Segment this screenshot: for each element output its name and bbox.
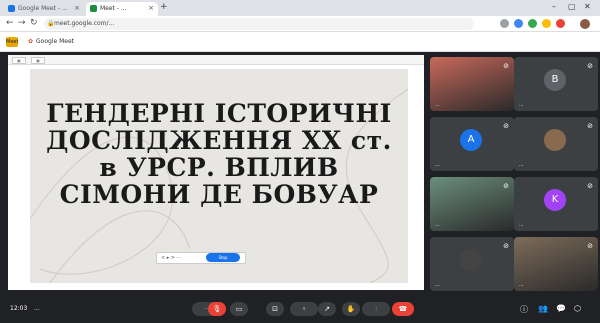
participant-avatar: K — [544, 189, 566, 211]
mic-muted-icon: ⊘ — [503, 182, 509, 190]
info-icon[interactable]: ⓘ — [520, 304, 528, 315]
share-button[interactable]: ↗ — [318, 302, 336, 316]
url-text: meet.google.com/... — [54, 20, 115, 27]
stop-presenting-button[interactable]: Stop — [206, 253, 240, 262]
participant-tile[interactable]: B ⊘... — [514, 57, 598, 111]
participant-tile[interactable]: ⊘... — [430, 57, 514, 111]
participant-name: ... — [435, 102, 440, 108]
meet-favicon-icon — [90, 5, 97, 12]
tab-title: Meet - ... — [100, 5, 127, 12]
presentation-tab[interactable]: ▣ — [12, 57, 26, 64]
mic-muted-icon: ⊘ — [587, 122, 593, 130]
participant-avatar: A — [460, 129, 482, 151]
camera-button[interactable]: ▭ — [230, 302, 248, 316]
mic-muted-icon: ⊘ — [503, 242, 509, 250]
close-tab-icon[interactable]: × — [148, 4, 154, 12]
participant-name: ... — [435, 162, 440, 168]
present-button[interactable]: ⇪ — [290, 302, 318, 316]
participant-name: ... — [435, 222, 440, 228]
new-tab-button[interactable]: + — [160, 2, 168, 12]
captions-button[interactable]: ⊡ — [266, 302, 284, 316]
slide-title-line-2: ДОСЛІДЖЕННЯ ХХ ст. — [46, 126, 392, 155]
mic-muted-icon: ⊘ — [503, 62, 509, 70]
participant-name: ... — [519, 102, 524, 108]
slide: ГЕНДЕРНІ ІСТОРИЧНІ ДОСЛІДЖЕННЯ ХХ ст. в … — [30, 69, 408, 283]
raise-hand-button[interactable]: ✋ — [342, 302, 360, 316]
participant-name: ... — [519, 282, 524, 288]
extension-icon[interactable] — [542, 19, 551, 28]
mic-muted-icon: ⊘ — [587, 182, 593, 190]
browser-tab-1[interactable]: Google Meet - ... × — [4, 2, 84, 16]
browser-tab-2[interactable]: Meet - ... × — [86, 2, 158, 16]
extension-icon[interactable] — [500, 19, 509, 28]
profile-avatar[interactable] — [580, 19, 590, 29]
participant-tile[interactable]: K ⊘... — [514, 177, 598, 231]
participant-tile[interactable]: ⊘... — [514, 117, 598, 171]
tab-title: Google Meet - ... — [18, 5, 68, 12]
mic-muted-icon: ⊘ — [587, 62, 593, 70]
participant-tile[interactable]: ⊘... — [430, 237, 514, 291]
close-tab-icon[interactable]: × — [74, 4, 80, 12]
participant-tile[interactable]: A ⊘... — [430, 117, 514, 171]
presentation-tab[interactable]: ▣ — [31, 57, 45, 64]
participant-avatar — [460, 249, 482, 271]
close-window-icon[interactable]: ✕ — [584, 2, 591, 11]
meet-favicon-icon — [8, 5, 15, 12]
slide-title-line-1: ГЕНДЕРНІ ІСТОРИЧНІ — [46, 99, 392, 128]
participant-avatar: B — [544, 69, 566, 91]
back-icon[interactable]: ← — [6, 18, 14, 28]
presentation-toolbar: ▣ ▣ — [8, 55, 424, 65]
extension-icon[interactable] — [556, 19, 565, 28]
mic-muted-icon: ⊘ — [503, 122, 509, 130]
shared-screen: ▣ ▣ ГЕНДЕРНІ ІСТОРИЧНІ ДОСЛІДЖЕННЯ ХХ ст… — [8, 55, 424, 290]
bookmarks-bar: Meet Google Meet — [0, 32, 600, 52]
meeting-time: 12:03 — [10, 305, 28, 312]
lock-icon: 🔒 — [47, 20, 55, 27]
participant-tile[interactable]: ⊘... — [430, 177, 514, 231]
url-input[interactable]: 🔒 meet.google.com/... — [44, 18, 474, 30]
participant-name: ... — [519, 162, 524, 168]
maximize-icon[interactable]: ▢ — [568, 2, 576, 11]
leave-call-button[interactable]: ☎ — [392, 302, 414, 316]
extension-icon[interactable] — [528, 19, 537, 28]
meeting-controls-bar: 12:03 ... ⋯ 🎙 ▭ ⊡ ⇪ ↗ ✋ ⋮ ☎ ⓘ 👥 💬 ⬡ — [0, 295, 600, 323]
reload-icon[interactable]: ↻ — [30, 18, 38, 28]
participant-tile[interactable]: ⊘... — [514, 237, 598, 291]
bookmark-item[interactable]: Google Meet — [28, 38, 74, 45]
browser-tab-strip: Google Meet - ... × Meet - ... × + – ▢ ✕ — [0, 0, 600, 16]
app-logo-icon[interactable]: Meet — [6, 37, 18, 47]
extension-icon[interactable] — [514, 19, 523, 28]
forward-icon[interactable]: → — [18, 18, 26, 28]
address-bar-row: ← → ↻ 🔒 meet.google.com/... — [0, 16, 600, 32]
chat-icon[interactable]: 💬 — [556, 304, 566, 313]
more-button[interactable]: ⋮ — [362, 302, 390, 316]
meeting-code: ... — [34, 305, 40, 312]
people-icon[interactable]: 👥 — [538, 304, 548, 313]
mic-muted-icon: ⊘ — [587, 242, 593, 250]
participant-avatar — [544, 129, 566, 151]
participant-name: ... — [435, 282, 440, 288]
activities-icon[interactable]: ⬡ — [574, 304, 581, 313]
mic-off-button[interactable]: 🎙 — [208, 302, 226, 316]
minimize-icon[interactable]: – — [552, 2, 556, 11]
slide-title-line-3: в УРСР. ВПЛИВ — [99, 153, 339, 182]
slide-title-line-4: СІМОНИ ДЕ БОВУАР — [59, 180, 379, 209]
participant-name: ... — [519, 222, 524, 228]
